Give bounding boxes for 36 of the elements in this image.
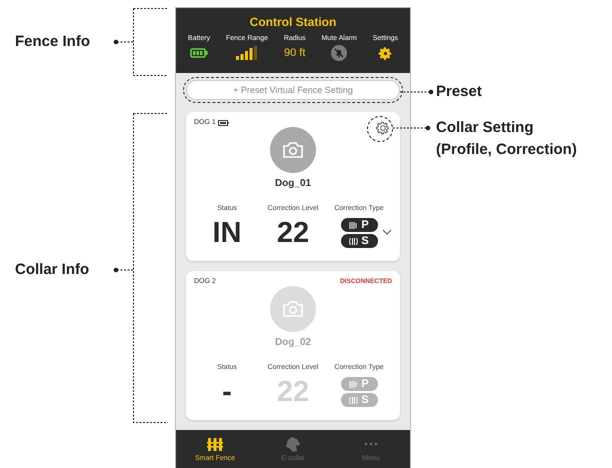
settings-icon[interactable] [378,46,393,60]
leader-line [113,8,168,76]
correction-type-letter: S [361,235,369,248]
status-value: IN [212,216,242,252]
vibration-icon [349,238,358,245]
annotation-label: (Profile, Correction) [436,140,577,160]
settings-icon[interactable] [376,121,390,136]
more-dots-icon [364,442,378,446]
camera-icon [283,301,303,318]
leader-line [400,89,434,95]
screen-title: Control Station [248,15,338,29]
correction-type-letter: S [361,394,369,406]
annotation-label: Fence Info [15,32,90,52]
dashed-circle [367,116,393,142]
muted-bell-icon[interactable] [331,45,348,61]
chevron-down-icon[interactable] [382,229,392,236]
camera-icon [283,142,303,158]
correction-type-letter: P [361,378,369,390]
dog-profile-name: Dog_02 [274,337,312,348]
status-value: - [221,375,233,410]
pulse-lines-icon [349,380,358,388]
fence-icon [207,437,223,452]
annotation-label: Collar Info [15,260,90,280]
correction-type-letter: P [361,219,369,232]
dog-profile-name: Dog_01 [274,178,312,190]
pulse-lines-icon [349,222,358,229]
signal-bars-icon [236,46,258,60]
annotation-label: Collar Setting [436,118,535,138]
leader-line [393,125,431,131]
annotation-label: Preset [436,82,482,102]
battery-icon [218,120,229,126]
radius-value: 90 ft [284,47,306,59]
vibration-icon [349,396,358,404]
battery-icon [190,48,208,58]
preset-button[interactable]: + Preset Virtual Fence Setting [186,80,400,100]
correction-level-value: 22 [276,216,310,252]
